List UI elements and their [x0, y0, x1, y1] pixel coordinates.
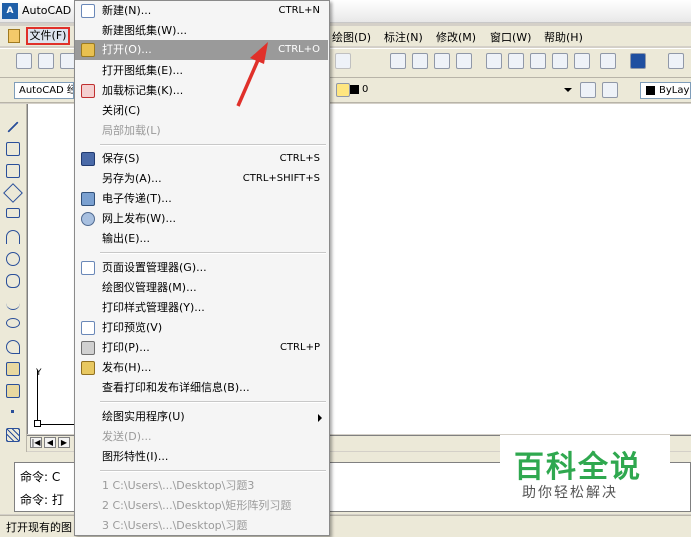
markup-set-icon [81, 84, 95, 98]
new-document-icon [81, 4, 95, 18]
menu-item-save-as[interactable]: 另存为(A)... CTRL+SHIFT+S [75, 169, 328, 189]
command-history-line: 命令: C [20, 470, 61, 484]
hatch-icon[interactable] [6, 428, 20, 442]
polyline-icon[interactable] [6, 164, 20, 178]
menu-item-publish-web[interactable]: 网上发布(W)... [75, 209, 328, 229]
menu-item-plot[interactable]: 打印(P)... CTRL+P [75, 338, 328, 358]
layer-manager-icon[interactable] [602, 82, 618, 98]
autocad-app-icon: A [2, 3, 18, 19]
arc-icon[interactable] [6, 230, 20, 244]
layer-dropdown-arrow-icon[interactable] [564, 88, 572, 92]
spline-icon[interactable] [6, 296, 20, 310]
menu-item-export[interactable]: 输出(E)... [75, 229, 328, 249]
plot-preview-icon [81, 321, 95, 335]
menu-item-publish[interactable]: 发布(H)... [75, 358, 328, 378]
redo-icon[interactable] [335, 53, 351, 69]
zoom-realtime-icon[interactable] [412, 53, 428, 69]
menu-separator [100, 470, 326, 472]
design-center-icon[interactable] [508, 53, 524, 69]
revision-cloud-icon[interactable] [6, 274, 20, 288]
ellipse-icon[interactable] [6, 318, 20, 328]
watermark-logo: 百科全说 [514, 450, 642, 485]
document-icon[interactable] [8, 29, 20, 43]
make-block-icon[interactable] [6, 384, 20, 398]
menu-item-plot-style-manager[interactable]: 打印样式管理器(Y)... [75, 298, 328, 318]
menu-separator [100, 252, 326, 254]
menu-item-close[interactable]: 关闭(C) [75, 101, 328, 121]
etransmit-icon [81, 192, 95, 206]
save-icon [81, 152, 95, 166]
rectangle-icon[interactable] [6, 208, 20, 218]
status-text: 打开现有的图 [6, 521, 72, 534]
ellipse-arc-icon[interactable] [6, 340, 20, 354]
menu-item-etransmit[interactable]: 电子传递(T)... [75, 189, 328, 209]
menu-item-page-setup[interactable]: 页面设置管理器(G)... [75, 258, 328, 278]
submenu-arrow-icon [318, 414, 322, 422]
menu-separator [100, 401, 326, 403]
circle-icon[interactable] [6, 252, 20, 266]
zoom-previous-icon[interactable] [456, 53, 472, 69]
menu-item-new[interactable]: 新建(N)... CTRL+N [75, 1, 328, 21]
menu-item-view-plot-details[interactable]: 查看打印和发布详细信息(B)... [75, 378, 328, 398]
page-setup-icon [81, 261, 95, 275]
tool-palettes-icon[interactable] [530, 53, 546, 69]
menu-draw[interactable]: 绘图(D) [332, 29, 371, 45]
text-style-combo[interactable]: AutoCAD 经 [14, 82, 74, 99]
printer-icon [81, 341, 95, 355]
open-folder-icon [81, 43, 95, 57]
sheet-set-icon[interactable] [552, 53, 568, 69]
menu-help[interactable]: 帮助(H) [544, 29, 583, 45]
first-tab-icon[interactable]: |◀ [30, 437, 42, 448]
layer-combo[interactable]: 0 [346, 82, 574, 99]
ucs-origin-icon [34, 420, 41, 427]
menu-dimension[interactable]: 标注(N) [384, 29, 423, 45]
properties-icon[interactable] [486, 53, 502, 69]
menu-item-send: 发送(D)... [102, 430, 152, 443]
calculator-icon[interactable] [600, 53, 616, 69]
ucs-y-label: Y [36, 368, 42, 378]
menu-file[interactable]: 文件(F) [26, 27, 70, 45]
ucs-x-axis [37, 424, 77, 425]
menu-window[interactable]: 窗口(W) [490, 29, 531, 45]
help-icon[interactable] [630, 53, 646, 69]
watermark-slogan: 助你轻松解决 [522, 485, 618, 501]
publish-icon [81, 361, 95, 375]
ucs-y-axis [37, 370, 38, 425]
markup-icon[interactable] [574, 53, 590, 69]
menu-item-load-markup[interactable]: 加载标记集(K)... [75, 81, 328, 101]
annotation-arrow-icon [236, 42, 268, 107]
menu-modify[interactable]: 修改(M) [436, 29, 476, 45]
menu-item-recent-3[interactable]: 3 C:\Users\...\Desktop\习题 [75, 516, 328, 536]
menu-item-open-sheetset[interactable]: 打开图纸集(E)... [75, 61, 328, 81]
prev-tab-icon[interactable]: ◀ [44, 437, 56, 448]
menu-item-plotter-manager[interactable]: 绘图仪管理器(M)... [75, 278, 328, 298]
next-tab-icon[interactable]: ▶ [58, 437, 70, 448]
menu-item-partial-load: 局部加载(L) [102, 124, 161, 137]
menu-item-open[interactable]: 打开(O)... CTRL+O [75, 40, 328, 60]
menu-item-new-sheetset[interactable]: 新建图纸集(W)... [75, 21, 328, 41]
web-publish-icon [81, 212, 95, 226]
menu-item-drawing-utilities[interactable]: 绘图实用程序(U) [75, 407, 328, 427]
menu-item-drawing-properties[interactable]: 图形特性(I)... [75, 447, 328, 467]
menu-separator [100, 144, 326, 146]
menu-item-plot-preview[interactable]: 打印预览(V) [75, 318, 328, 338]
command-prompt-line[interactable]: 命令: 打 [20, 491, 64, 508]
new-file-icon[interactable] [16, 53, 32, 69]
zoom-window-icon[interactable] [434, 53, 450, 69]
menu-item-recent-1[interactable]: 1 C:\Users\...\Desktop\习题3 [75, 476, 328, 496]
menu-item-recent-2[interactable]: 2 C:\Users\...\Desktop\矩形阵列习题 [75, 496, 328, 516]
window-title: AutoCAD 2 [22, 4, 82, 17]
pan-icon[interactable] [390, 53, 406, 69]
text-style-icon[interactable] [668, 53, 684, 69]
open-folder-icon[interactable] [38, 53, 54, 69]
insert-block-icon[interactable] [6, 362, 20, 376]
layer-previous-icon[interactable] [580, 82, 596, 98]
point-icon[interactable] [11, 410, 14, 413]
menu-item-save[interactable]: 保存(S) CTRL+S [75, 149, 328, 169]
color-swatch [646, 86, 655, 95]
construction-line-icon[interactable] [6, 142, 20, 156]
